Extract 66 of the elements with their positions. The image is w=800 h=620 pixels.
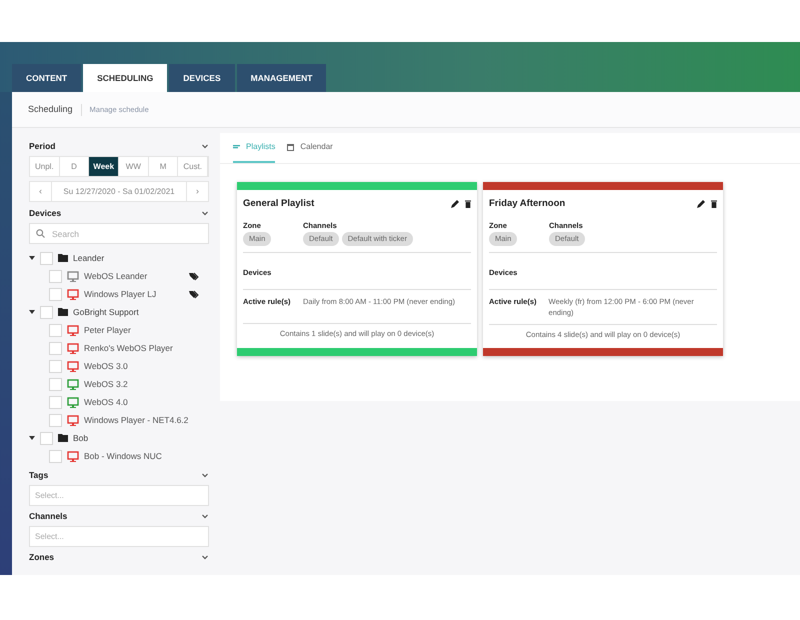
calendar-icon: [287, 144, 294, 150]
chevron-down-icon[interactable]: [201, 142, 209, 150]
prev-button[interactable]: ‹: [30, 182, 52, 201]
section-title: Tags: [29, 468, 48, 482]
device-label[interactable]: WebOS Leander: [84, 270, 184, 282]
device-label[interactable]: Bob - Windows NUC: [84, 450, 199, 462]
page-title: Scheduling: [28, 102, 73, 116]
folder-icon: [58, 254, 68, 262]
folder-label[interactable]: GoBright Support: [73, 306, 139, 318]
expand-caret-icon[interactable]: [29, 309, 35, 315]
nav-tab[interactable]: CONTENT: [12, 64, 82, 92]
device-label[interactable]: Renko's WebOS Player: [84, 342, 199, 354]
checkbox[interactable]: [49, 270, 62, 282]
date-range: Su 12/27/2020 - Sa 01/02/2021: [62, 186, 176, 198]
list-icon: [233, 144, 240, 150]
checkbox[interactable]: [49, 396, 62, 408]
period-option[interactable]: Week: [89, 157, 120, 176]
checkbox[interactable]: [40, 306, 53, 318]
chevron-down-icon[interactable]: [201, 512, 209, 520]
folder-label[interactable]: Bob: [73, 432, 88, 444]
folder-label[interactable]: Leander: [73, 252, 104, 264]
device-label[interactable]: Peter Player: [84, 324, 199, 336]
period-option[interactable]: Unpl.: [30, 157, 60, 176]
section-title: Period: [29, 140, 56, 152]
checkbox[interactable]: [49, 414, 62, 426]
expand-caret-icon[interactable]: [29, 255, 35, 261]
nav-tab[interactable]: DEVICES: [169, 64, 235, 92]
device-label[interactable]: Windows Player LJ: [84, 288, 184, 300]
section-title: Channels: [29, 510, 68, 522]
folder-icon: [58, 434, 68, 442]
period-option[interactable]: M: [148, 157, 178, 176]
device-label[interactable]: WebOS 3.0: [84, 360, 199, 372]
select-field[interactable]: Select...: [29, 526, 209, 547]
card-title: General Playlist: [243, 196, 314, 211]
period-option[interactable]: Cust.: [178, 157, 208, 176]
checkbox[interactable]: [40, 252, 53, 264]
trash-icon[interactable]: [465, 200, 471, 208]
folder-icon: [58, 308, 68, 316]
card-title: Friday Afternoon: [489, 196, 566, 211]
checkbox[interactable]: [49, 324, 62, 336]
trash-icon[interactable]: [711, 200, 717, 208]
nav-tab[interactable]: MANAGEMENT: [236, 64, 326, 92]
search-field[interactable]: Search: [29, 223, 209, 244]
checkbox[interactable]: [49, 378, 62, 390]
section-title: Devices: [29, 206, 62, 220]
nav-tab[interactable]: SCHEDULING: [83, 64, 168, 92]
device-label[interactable]: WebOS 4.0: [84, 396, 199, 408]
pencil-icon[interactable]: [697, 200, 705, 208]
device-label[interactable]: Windows Player - NET4.6.2: [84, 414, 199, 426]
chevron-down-icon[interactable]: [201, 471, 209, 479]
checkbox[interactable]: [40, 432, 53, 444]
view-tab[interactable]: Calendar: [287, 133, 333, 163]
device-label[interactable]: WebOS 3.2: [84, 378, 199, 390]
period-option[interactable]: WW: [119, 157, 149, 176]
section-title: Zones: [29, 550, 54, 564]
checkbox[interactable]: [49, 450, 62, 462]
checkbox[interactable]: [49, 342, 62, 354]
select-field[interactable]: Select...: [29, 485, 209, 506]
pencil-icon[interactable]: [451, 200, 459, 208]
search-icon: [36, 229, 45, 238]
checkbox[interactable]: [49, 288, 62, 300]
chevron-down-icon[interactable]: [201, 209, 209, 217]
next-button[interactable]: ›: [186, 182, 208, 201]
chevron-down-icon[interactable]: [201, 553, 209, 561]
checkbox[interactable]: [49, 360, 62, 372]
expand-caret-icon[interactable]: [29, 435, 35, 441]
